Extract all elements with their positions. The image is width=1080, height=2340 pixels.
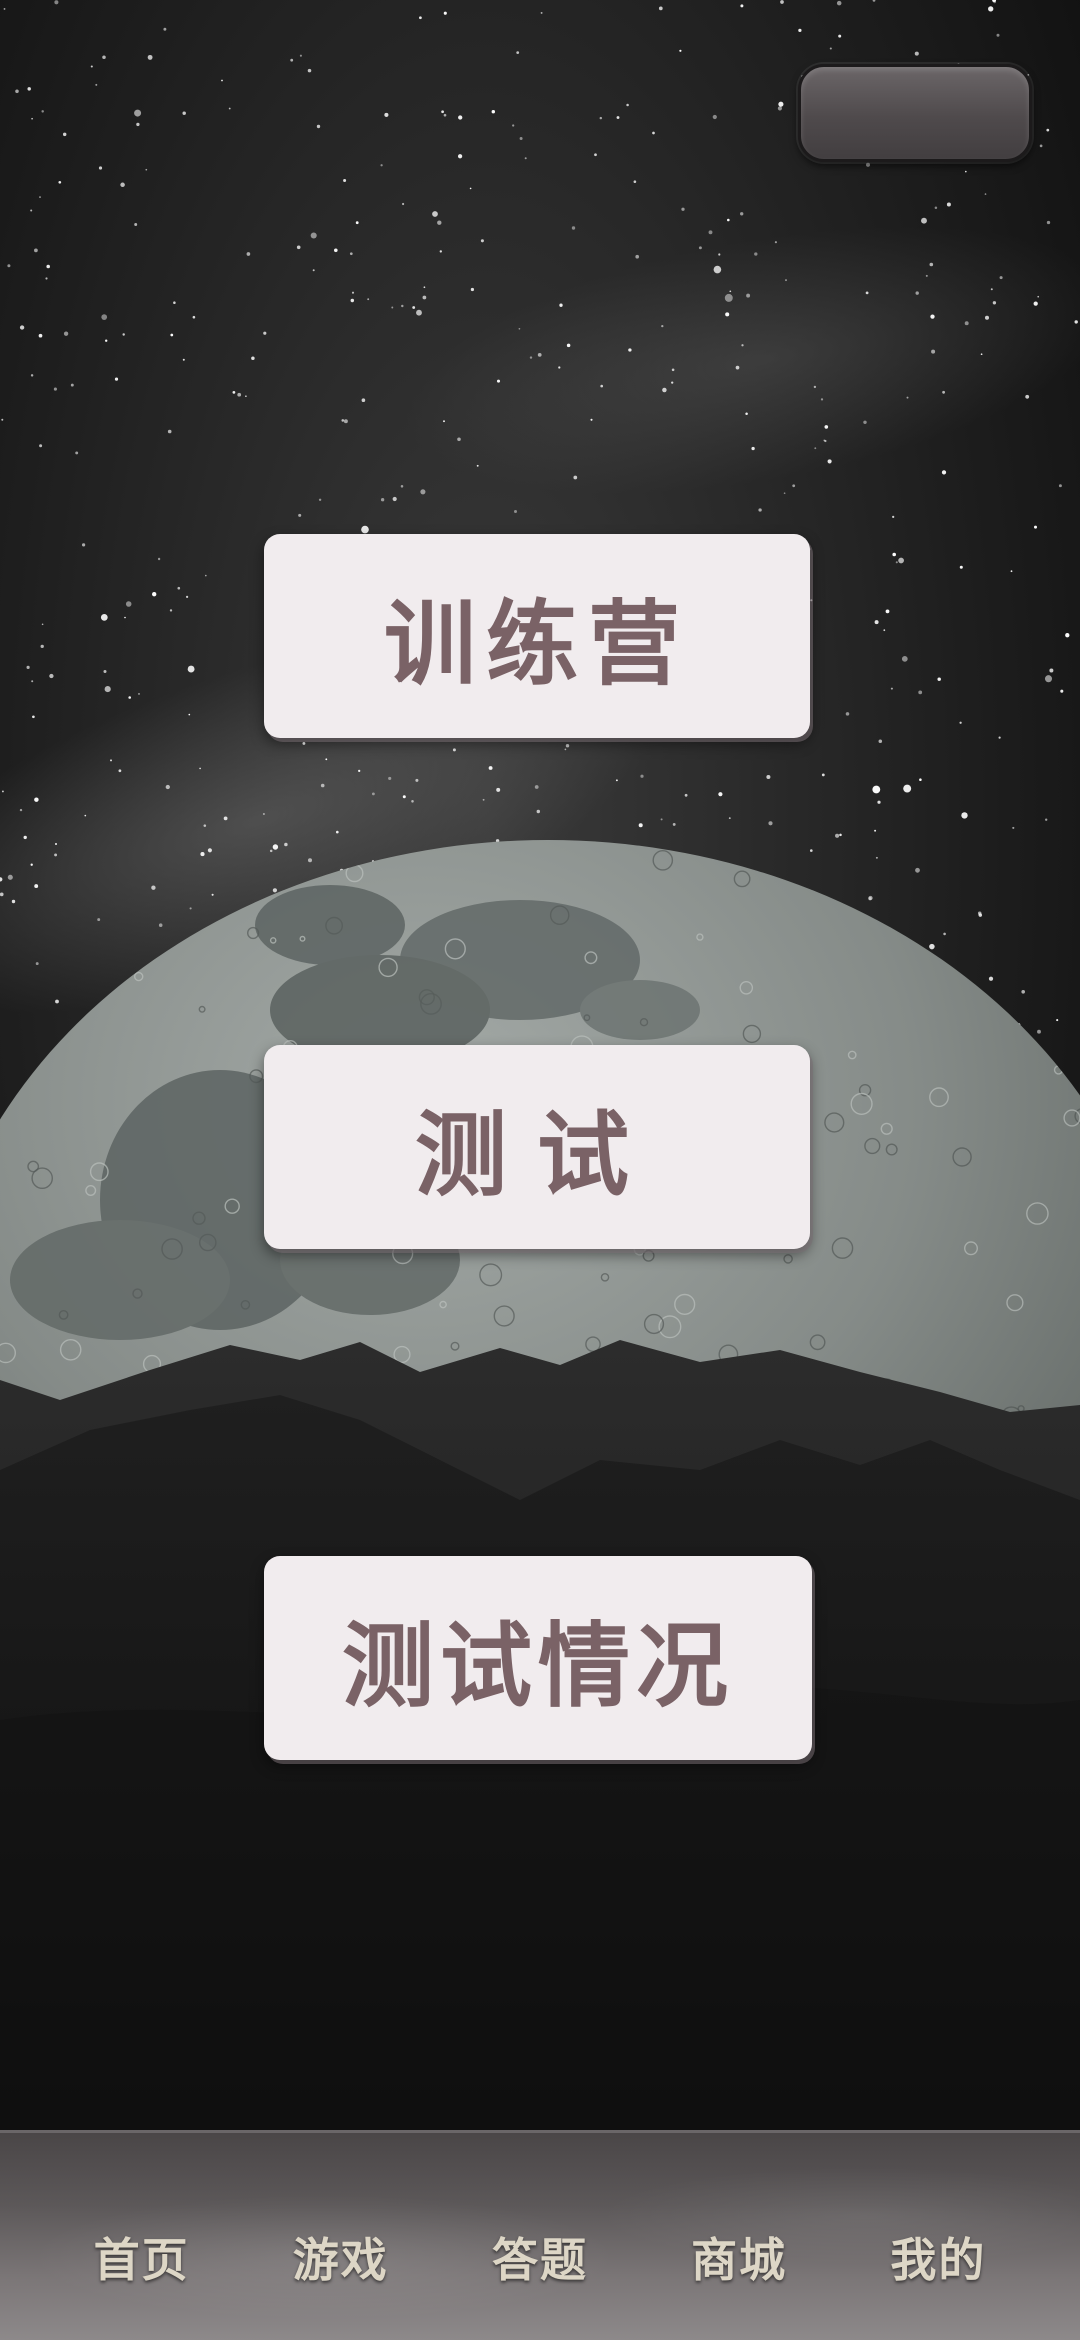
top-pill-button[interactable]: [798, 64, 1032, 162]
training-camp-button[interactable]: 训练营: [264, 534, 810, 738]
test-results-button[interactable]: 测试情况: [264, 1556, 812, 1760]
bottom-nav: 首页 游戏 答题 商城 我的: [0, 2130, 1080, 2340]
test-results-label: 测试情况: [341, 1612, 734, 1720]
nav-item-quiz[interactable]: 答题: [492, 2224, 588, 2290]
app-screen: 训练营 测试 测试情况 首页 游戏 答题 商城 我的: [0, 0, 1080, 2340]
nav-item-home[interactable]: 首页: [94, 2224, 190, 2290]
nav-item-game[interactable]: 游戏: [293, 2224, 389, 2290]
test-label: 测试: [414, 1101, 659, 1209]
test-button[interactable]: 测试: [264, 1045, 810, 1249]
nav-item-shop[interactable]: 商城: [691, 2224, 787, 2290]
nav-item-mine[interactable]: 我的: [890, 2224, 986, 2290]
training-camp-label: 训练营: [383, 590, 690, 698]
